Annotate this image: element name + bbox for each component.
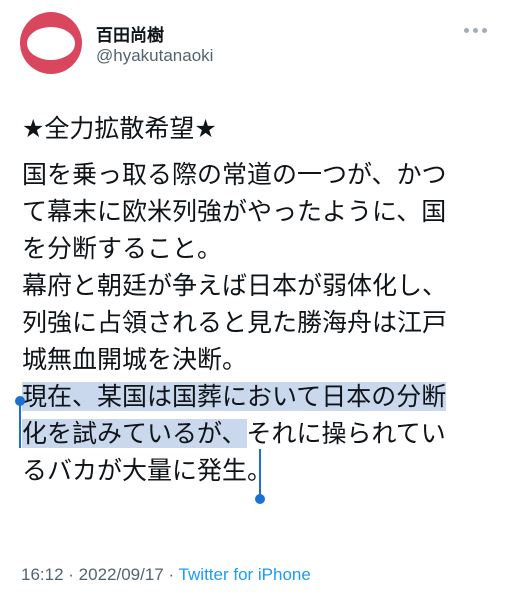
display-name[interactable]: 百田尚樹 — [96, 21, 164, 46]
more-dot — [464, 28, 469, 33]
meta-separator: · — [163, 565, 179, 584]
meta-separator: · — [63, 565, 79, 584]
tweet-time: 16:12 — [21, 565, 64, 584]
tweet-line: て幕末に欧米列強がやったように、国 — [22, 197, 447, 226]
avatar[interactable] — [20, 12, 82, 74]
tweet-line: 列強に占領されると見た勝海舟は江戸 — [22, 308, 448, 337]
tweet-line: 城無血開城を決断。 — [22, 345, 248, 374]
selected-text[interactable]: 化を試みているが、 — [22, 419, 247, 448]
tweet-date[interactable]: 2022/09/17 — [79, 565, 164, 584]
more-dot — [473, 28, 478, 33]
tweet-line: 国を乗っ取る際の常道の一つが、かつ — [22, 160, 447, 189]
tweet-meta: 16:12 · 2022/09/17 · Twitter for iPhone — [21, 565, 311, 585]
tweet-text: ★全力拡散希望★ 国を乗っ取る際の常道の一つが、かつ て幕末に欧米列強がやったよ… — [22, 110, 492, 489]
avatar-image — [27, 26, 75, 60]
more-icon[interactable] — [464, 28, 487, 33]
tweet-line: を分断すること。 — [22, 234, 223, 263]
selection-end-caret — [259, 449, 261, 497]
tweet-header: ★全力拡散希望★ — [22, 114, 217, 143]
more-dot — [482, 28, 487, 33]
user-handle[interactable]: @hyakutanaoki — [96, 46, 213, 66]
tweet-line: 幕府と朝廷が争えば日本が弱体化し、 — [22, 271, 448, 300]
tweet-line: るバカが大量に発生。 — [22, 456, 273, 485]
selection-end-handle-icon[interactable] — [255, 494, 265, 504]
tweet-source-link[interactable]: Twitter for iPhone — [179, 565, 311, 584]
selected-text[interactable]: 現在、某国は国葬において日本の分断 — [22, 382, 447, 411]
tweet-line: それに操られてい — [246, 419, 446, 448]
selection-start-caret — [19, 402, 21, 448]
